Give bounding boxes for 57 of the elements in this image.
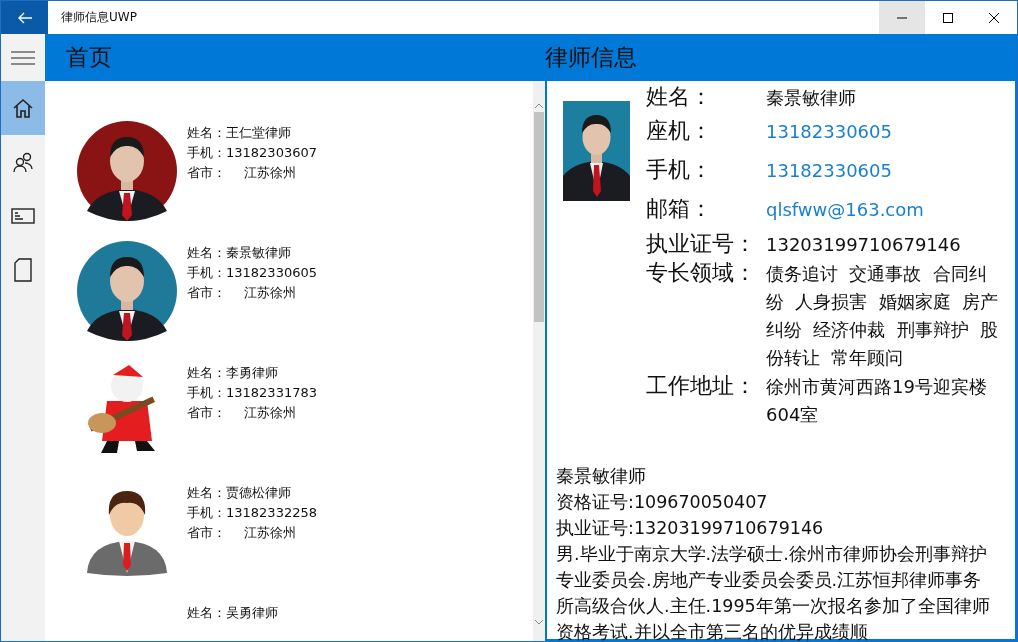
province-label: 省市： — [187, 524, 226, 542]
scroll-down-icon — [535, 620, 543, 625]
field-label: 工作地址： — [646, 372, 757, 400]
scroll-up-icon — [535, 103, 543, 108]
province-value: 江苏徐州 — [244, 404, 296, 422]
bio-line: 执业证号:13203199710679146 — [556, 517, 825, 540]
province-value: 江苏徐州 — [244, 524, 296, 542]
field-value: 秦景敏律师 — [766, 86, 857, 110]
people-icon — [12, 151, 34, 173]
lawyer-phone: 手机：13182331783 — [187, 384, 317, 402]
card-icon — [11, 208, 35, 224]
province-label: 省市： — [187, 404, 226, 422]
bio-line: 资格证号:109670050407 — [556, 491, 769, 514]
lawyer-list-item[interactable]: 姓名：李勇律师 手机：13182331783 省市： 江苏徐州 — [77, 361, 533, 481]
province-label: 省市： — [187, 164, 226, 182]
field-value: 13203199710679146 — [766, 233, 962, 257]
menu-icon — [11, 50, 35, 65]
field-label: 姓名： — [646, 83, 713, 111]
back-button[interactable] — [1, 1, 48, 34]
bio-line: 秦景敏律师 — [556, 465, 647, 488]
lawyer-phone: 手机：13182330605 — [187, 264, 317, 282]
page-title: 首页 — [66, 43, 113, 72]
detail-title: 律师信息 — [545, 43, 637, 72]
window-title: 律师信息UWP — [61, 9, 138, 26]
lawyer-name: 姓名：吴勇律师 — [187, 604, 278, 622]
lawyer-list-item[interactable]: 姓名：贾德松律师 手机：13182332258 省市： 江苏徐州 — [77, 481, 533, 601]
scrollbar[interactable] — [533, 81, 545, 641]
scroll-thumb[interactable] — [534, 112, 544, 322]
back-arrow-icon — [17, 11, 32, 24]
lawyer-phone: 手机：13182332258 — [187, 504, 317, 522]
field-label: 专长领域： — [646, 259, 757, 287]
lawyer-list-item[interactable]: 姓名：王仁堂律师 手机：13182303607 省市： 江苏徐州 — [77, 121, 533, 241]
lawyer-list-item[interactable]: 姓名：秦景敏律师 手机：13182330605 省市： 江苏徐州 — [77, 241, 533, 361]
lawyer-name: 姓名：王仁堂律师 — [187, 124, 292, 142]
contact-link[interactable]: 13182330605 — [766, 157, 1001, 185]
bio-paragraph: 男.毕业于南京大学.法学硕士.徐州市律师协会刑事辩护专业委员会.房地产专业委员会委员.江苏恒邦律师事务所高级合伙人.主任.1995年第一次报名参加了全国律师资格考试.并以全市第三名的优异成绩顺 — [556, 543, 991, 641]
lawyer-name: 姓名：贾德松律师 — [187, 484, 292, 502]
lawyer-phone: 手机：13182303607 — [187, 144, 317, 162]
lawyer-list-item[interactable]: 姓名：吴勇律师 — [77, 601, 533, 641]
field-label: 座机： — [646, 117, 713, 145]
page-icon — [14, 258, 32, 282]
field-label: 手机： — [646, 156, 713, 184]
province-value: 江苏徐州 — [244, 284, 296, 302]
field-value: 徐州市黄河西路19号迎宾楼604室 — [766, 375, 988, 427]
province-label: 省市： — [187, 284, 226, 302]
province-value: 江苏徐州 — [244, 164, 296, 182]
lawyer-name: 姓名：秦景敏律师 — [187, 244, 292, 262]
field-label: 邮箱： — [646, 195, 713, 223]
contact-link[interactable]: qlsfww@163.com — [766, 196, 1001, 224]
close-icon — [989, 12, 999, 23]
contact-link[interactable]: 13182330605 — [766, 118, 1001, 146]
maximize-icon — [943, 12, 953, 23]
home-icon — [12, 97, 34, 119]
field-label: 执业证号： — [646, 230, 757, 258]
nav-item[interactable] — [1, 81, 45, 135]
field-value: 债务追讨 交通事故 合同纠纷 人身损害 婚姻家庭 房产纠纷 经济仲裁 刑事辩护 股份转让 常年顾问 — [766, 262, 1000, 370]
lawyer-name: 姓名：李勇律师 — [187, 364, 279, 382]
